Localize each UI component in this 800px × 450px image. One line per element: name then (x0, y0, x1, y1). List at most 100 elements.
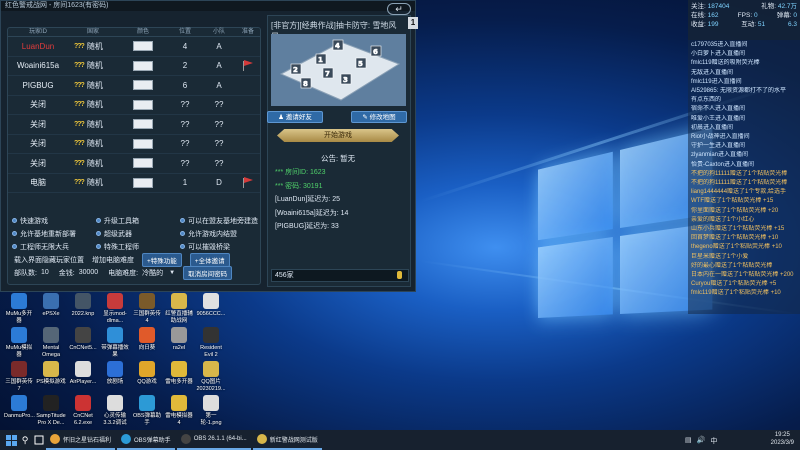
team-select[interactable]: ?? (202, 139, 236, 148)
player-name[interactable]: 关闭 (8, 99, 68, 110)
desktop-app-icon[interactable]: 雷电模拟器4 (164, 395, 194, 426)
invite-all-button[interactable]: +全体邀请 (190, 253, 230, 267)
desktop-app-icon[interactable]: QQ游戏 (132, 361, 162, 386)
position-select[interactable]: ?? (168, 159, 202, 168)
desktop-app-icon[interactable]: SampTitude Pro X De... (36, 395, 66, 426)
radio-dot[interactable] (96, 218, 101, 223)
radio-dot[interactable] (180, 218, 185, 223)
radio-dot[interactable] (12, 244, 17, 249)
desktop-app-icon[interactable]: QQ图片20230219... (196, 361, 226, 392)
country-select[interactable]: ??? 随机 (68, 60, 118, 71)
player-name[interactable]: Woaini615a (8, 61, 68, 70)
taskbar-app-button[interactable]: 新红警战网测试版 (253, 430, 322, 450)
desktop-app-icon[interactable]: MuMu模拟器 (4, 327, 34, 358)
color-select[interactable] (118, 178, 168, 188)
clock[interactable]: 19:25 2023/3/9 (771, 431, 794, 447)
color-select[interactable] (118, 80, 168, 90)
desktop-app-icon[interactable]: 第一轮-1.png (196, 395, 226, 426)
ime-indicator[interactable]: 中 (710, 436, 717, 446)
ai-level-value[interactable]: 冷酷的 (142, 268, 163, 278)
volume-icon[interactable]: 🔊 (697, 436, 706, 446)
color-select[interactable] (118, 61, 168, 71)
desktop-app-icon[interactable]: AirPlayer... (68, 361, 98, 386)
desktop-app-icon[interactable]: 雷电多开器 (164, 361, 194, 386)
task-view-icon[interactable] (32, 433, 46, 447)
radio-dot[interactable] (180, 244, 185, 249)
color-select[interactable] (118, 100, 168, 110)
desktop-app-icon[interactable]: Resident Evil 2 (196, 327, 226, 358)
desktop-app-icon[interactable]: 2022.knp (68, 293, 98, 318)
country-select[interactable]: ??? 随机 (68, 177, 118, 188)
team-select[interactable]: A (202, 61, 236, 70)
taskbar-app-button[interactable]: 怀旧之星钻石福利 (46, 430, 115, 450)
desktop-app-icon[interactable]: 9056CCC... (196, 293, 226, 318)
desktop-app-icon[interactable]: MuMu多开器 (4, 293, 34, 324)
desktop-app-icon[interactable]: 红警直播辅助战网 (164, 293, 194, 324)
option-toggle[interactable]: 特殊工程师 (92, 242, 176, 252)
country-select[interactable]: ??? 随机 (68, 119, 118, 130)
country-select[interactable]: ??? 随机 (68, 99, 118, 110)
player-name[interactable]: 关闭 (8, 119, 68, 130)
option-toggle[interactable]: 工程师无限大兵 (8, 242, 92, 252)
change-map-button[interactable]: ✎ 修改地图 (351, 111, 407, 123)
radio-dot[interactable] (96, 244, 101, 249)
desktop-app-icon[interactable]: CnCNet5... (68, 327, 98, 352)
chat-input[interactable]: 456家 (271, 269, 409, 282)
desktop-app-icon[interactable]: 向日葵 (132, 327, 162, 352)
network-icon[interactable]: ▤ (685, 436, 692, 446)
team-select[interactable]: ?? (202, 100, 236, 109)
team-select[interactable]: D (202, 178, 236, 187)
radio-dot[interactable] (12, 231, 17, 236)
desktop-app-icon[interactable]: 显示mod-dlma... (100, 293, 130, 324)
color-select[interactable] (118, 139, 168, 149)
desktop-app-icon[interactable]: PS模拟游戏 (36, 361, 66, 386)
option-toggle[interactable]: 升级工具箱 (92, 216, 176, 226)
chevron-down-icon[interactable]: ▼ (169, 270, 175, 276)
back-arrow-icon[interactable]: ↵ (387, 3, 411, 15)
option-toggle[interactable]: 可以摧毁桥梁 (176, 242, 260, 252)
option-toggle[interactable]: 快速游戏 (8, 216, 92, 226)
country-select[interactable]: ??? 随机 (68, 80, 118, 91)
desktop-app-icon[interactable]: ePSXe (36, 293, 66, 318)
hide-position-option[interactable]: 载入界面隐藏玩家位置 (14, 255, 84, 265)
taskbar-app-button[interactable]: OBS弹幕助手 (117, 430, 175, 450)
team-select[interactable]: A (202, 42, 236, 51)
player-name[interactable]: 关闭 (8, 158, 68, 169)
desktop-app-icon[interactable]: Mental Omega (36, 327, 66, 358)
radio-dot[interactable] (12, 218, 17, 223)
option-toggle[interactable]: 允许游戏内结盟 (176, 229, 260, 239)
start-game-button[interactable]: 开始游戏 (277, 129, 399, 142)
desktop-app-icon[interactable]: DanmuPro... (4, 395, 34, 420)
color-select[interactable] (118, 119, 168, 129)
microphone-icon[interactable] (397, 271, 402, 279)
player-name[interactable]: PIGBUG (8, 81, 68, 90)
desktop-app-icon[interactable]: 带弹幕播效果 (100, 327, 130, 358)
position-select[interactable]: ?? (168, 100, 202, 109)
position-select[interactable]: 2 (168, 61, 202, 70)
country-select[interactable]: ??? 随机 (68, 158, 118, 169)
option-toggle[interactable]: 允许基地重新部署 (8, 229, 92, 239)
desktop-app-icon[interactable]: ra2el (164, 327, 194, 352)
player-name[interactable]: 电脑 (8, 177, 68, 188)
special-features-button[interactable]: +特殊功能 (142, 253, 182, 267)
team-select[interactable]: A (202, 81, 236, 90)
country-select[interactable]: ??? 随机 (68, 138, 118, 149)
search-icon[interactable]: ⚲ (18, 433, 32, 447)
player-name[interactable]: LuanDun (8, 42, 68, 51)
position-select[interactable]: 6 (168, 81, 202, 90)
position-select[interactable]: ?? (168, 120, 202, 129)
ai-difficulty-option[interactable]: 增加电脑难度 (92, 255, 134, 265)
position-select[interactable]: 1 (168, 178, 202, 187)
windows-start-icon[interactable] (4, 433, 18, 447)
desktop-app-icon[interactable]: 心灵传输3.3.2调试 (100, 395, 130, 426)
radio-dot[interactable] (180, 231, 185, 236)
team-select[interactable]: ?? (202, 159, 236, 168)
taskbar-app-button[interactable]: OBS 26.1.1 (64-bi... (177, 430, 251, 450)
desktop-app-icon[interactable]: OBS弹幕助手 (132, 395, 162, 426)
desktop-app-icon[interactable]: CnCNet 6.2.exe (68, 395, 98, 426)
desktop-app-icon[interactable]: 三国群英传7 (4, 361, 34, 392)
option-toggle[interactable]: 可以在盟友基地旁建造 (176, 216, 260, 226)
invite-friend-button[interactable]: ♟ 邀请好友 (267, 111, 323, 123)
country-select[interactable]: ??? 随机 (68, 41, 118, 52)
desktop-app-icon[interactable]: 放剧场 (100, 361, 130, 386)
